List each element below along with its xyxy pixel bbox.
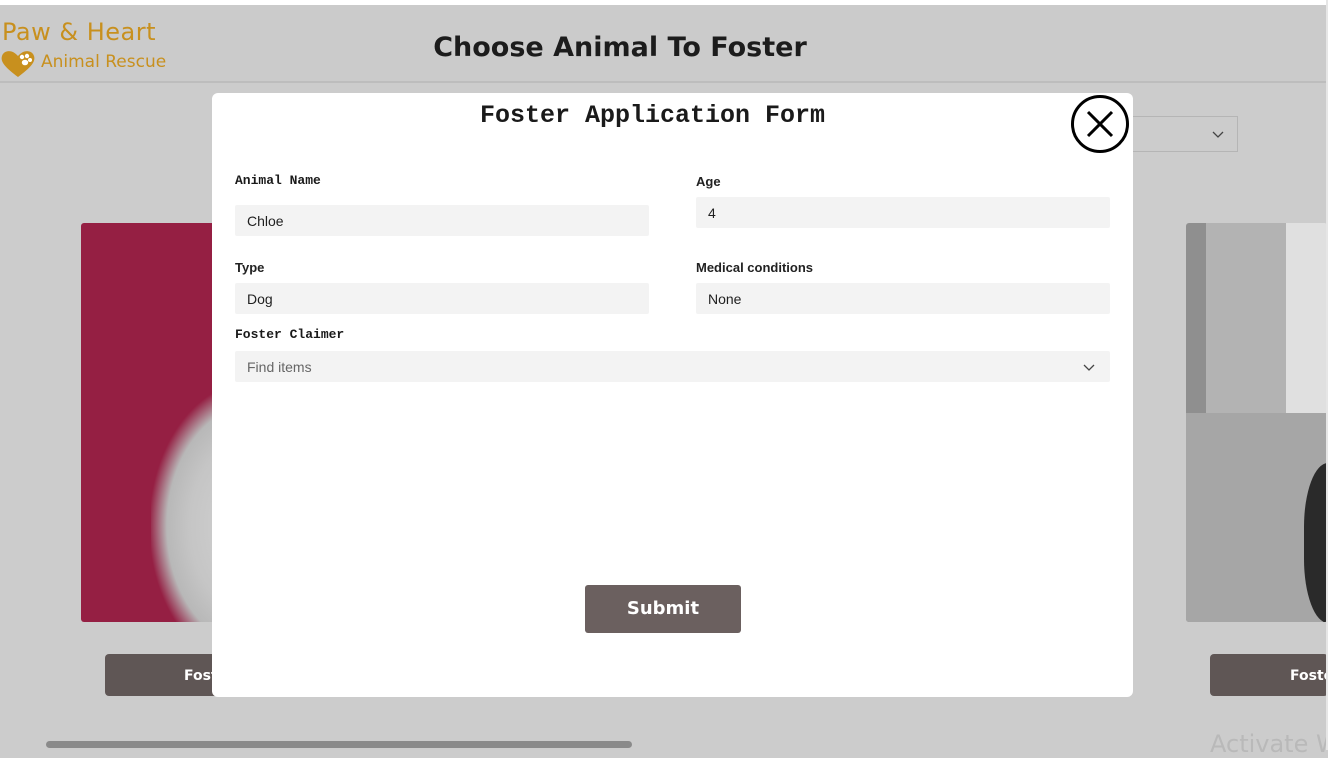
page-title: Choose Animal To Foster: [433, 32, 807, 63]
medical-conditions-label: Medical conditions: [696, 260, 814, 275]
activation-watermark: Activate W: [1210, 730, 1328, 758]
medical-conditions-field[interactable]: None: [696, 283, 1110, 314]
horizontal-scrollbar[interactable]: [46, 741, 632, 748]
close-button[interactable]: [1071, 95, 1129, 153]
animal-name-field[interactable]: Chloe: [235, 205, 649, 236]
animal-card-image-right[interactable]: [1186, 223, 1328, 622]
logo: Paw & Heart Animal Rescue: [0, 18, 170, 80]
type-label: Type: [235, 260, 265, 275]
animal-name-label: Animal Name: [235, 173, 321, 188]
paw-heart-icon: [1, 51, 35, 77]
chevron-down-icon: [1212, 131, 1224, 138]
age-label: Age: [696, 174, 721, 189]
logo-text-primary: Paw & Heart: [2, 18, 156, 46]
foster-claimer-placeholder: Find items: [247, 359, 312, 375]
photo-door: [1206, 223, 1286, 423]
photo-wall: [1286, 223, 1328, 413]
submit-button[interactable]: Submit: [585, 585, 741, 633]
logo-text-secondary: Animal Rescue: [41, 52, 167, 72]
animal-photo: [151, 383, 221, 622]
modal-title: Foster Application Form: [479, 101, 826, 130]
animal-card-image-left[interactable]: [81, 223, 221, 622]
chevron-down-icon: [1083, 364, 1095, 371]
close-icon: [1086, 110, 1114, 138]
age-field[interactable]: 4: [696, 197, 1110, 228]
foster-claimer-label: Foster Claimer: [235, 327, 345, 342]
foster-application-modal: Foster Application Form Animal Name Chlo…: [212, 93, 1133, 697]
foster-claimer-combobox[interactable]: Find items: [235, 351, 1110, 382]
foster-button-right[interactable]: Foster: [1210, 654, 1328, 696]
type-field[interactable]: Dog: [235, 283, 649, 314]
